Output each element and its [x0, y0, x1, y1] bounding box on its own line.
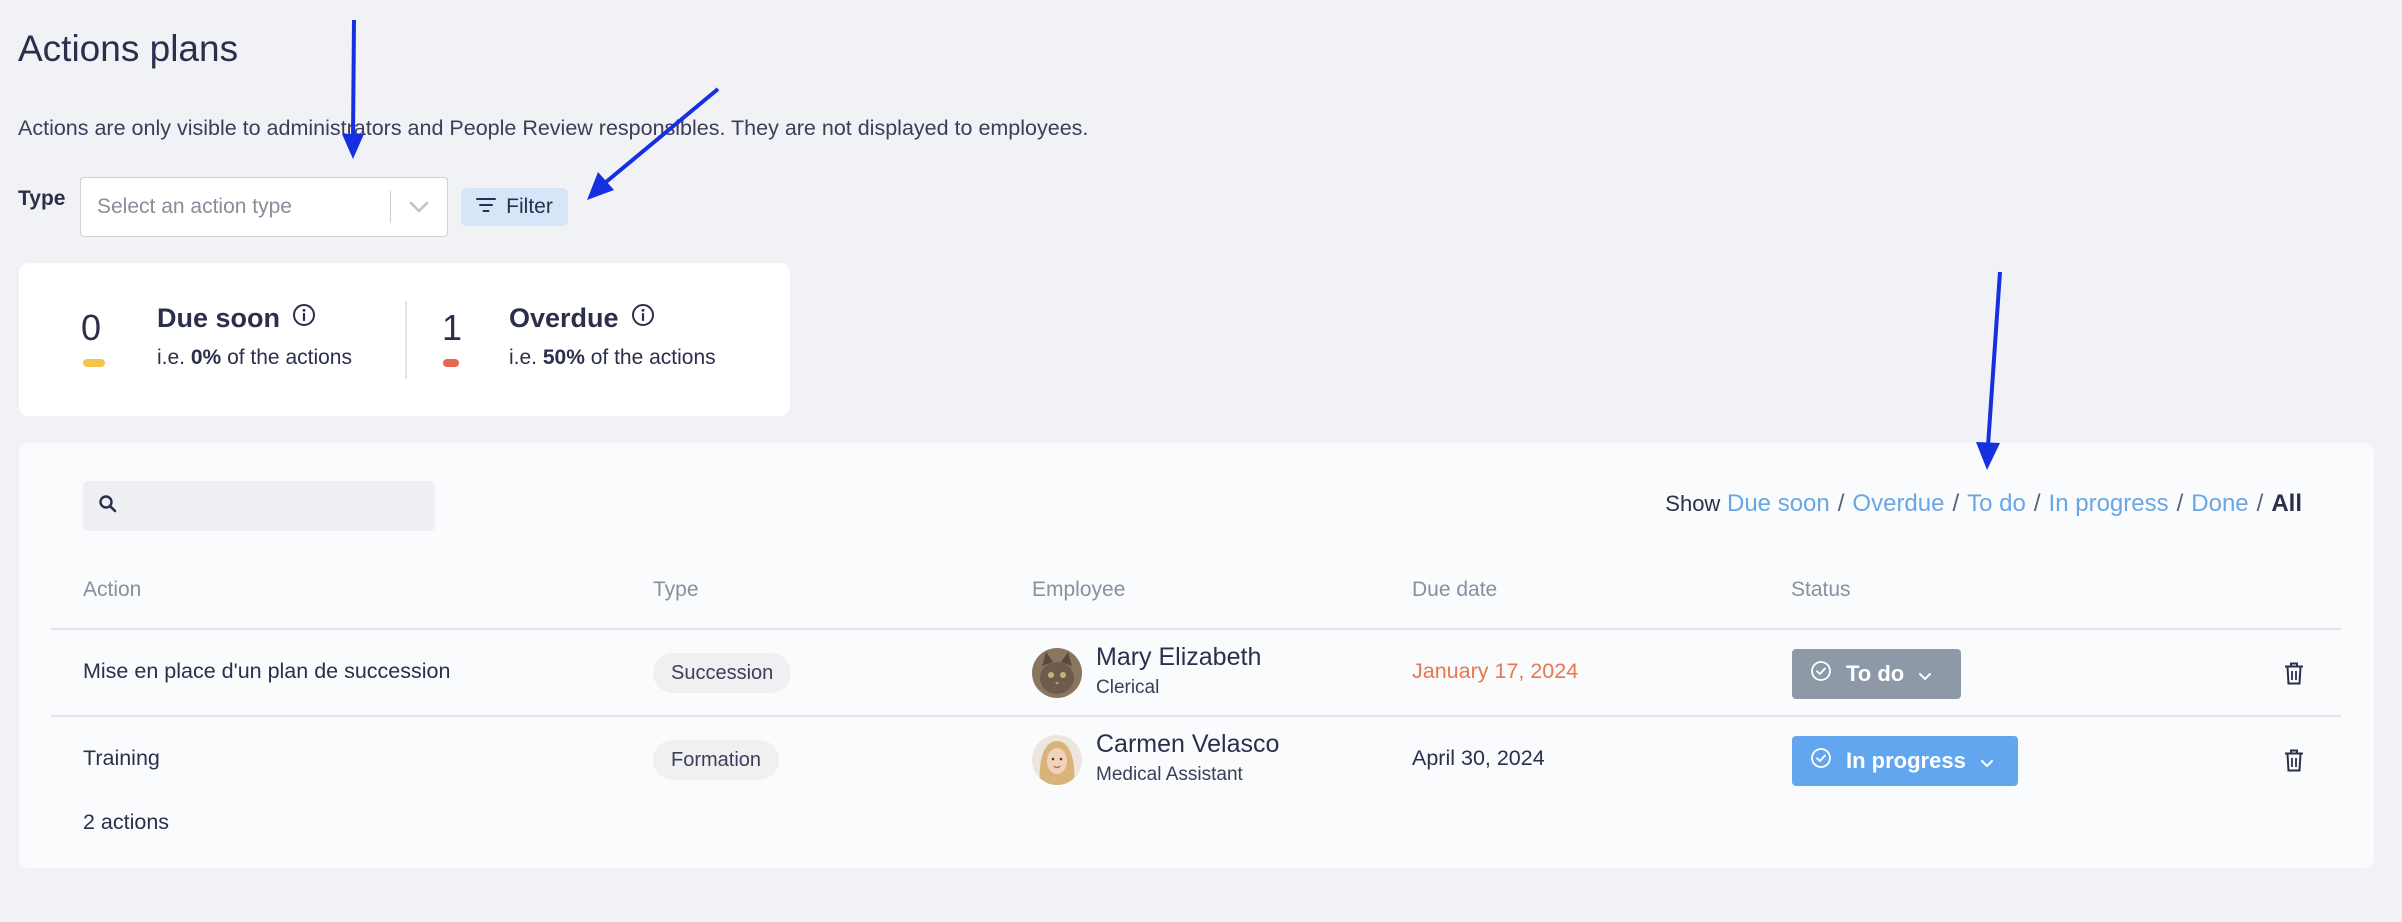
due-date: April 30, 2024 — [1412, 746, 1545, 770]
employee-role: Clerical — [1096, 677, 1160, 698]
check-circle-icon — [1810, 660, 1832, 688]
due-soon-stat: 0 Due soon i.e. 0% of the actions — [19, 263, 405, 416]
row-action: Training — [83, 746, 160, 770]
chevron-down-icon — [1918, 661, 1932, 687]
due-soon-bar — [83, 359, 105, 367]
due-soon-label-row: Due soon — [157, 303, 316, 334]
annotation-arrow-todo — [1986, 271, 2002, 447]
action-type-select[interactable]: Select an action type — [80, 177, 448, 237]
annotation-arrowhead-filter — [587, 172, 614, 200]
trash-icon[interactable] — [2284, 749, 2304, 777]
show-label: Show — [1665, 491, 1721, 516]
due-soon-label: Due soon — [157, 303, 281, 333]
actions-count: 2 actions — [83, 810, 170, 834]
due-soon-subtitle: i.e. 0% of the actions — [157, 346, 352, 369]
due-soon-percent: 0% — [190, 346, 222, 369]
employee-name: Carmen Velasco — [1096, 730, 1280, 758]
chevron-down-icon — [1980, 748, 1994, 774]
employee-name: Mary Elizabeth — [1096, 643, 1262, 671]
type-tag: Formation — [653, 740, 780, 780]
show-all-link[interactable]: All — [2271, 490, 2302, 517]
info-icon[interactable] — [631, 303, 655, 334]
overdue-percent: 50% — [542, 346, 585, 369]
type-label: Type — [18, 187, 66, 210]
header-divider — [51, 628, 2341, 630]
status-dropdown[interactable]: To do — [1792, 649, 1961, 699]
show-in-progress-link[interactable]: In progress — [2049, 490, 2169, 517]
info-icon[interactable] — [292, 303, 316, 334]
due-soon-count: 0 — [81, 307, 102, 348]
status-label: In progress — [1846, 748, 1966, 773]
employee-role: Medical Assistant — [1096, 764, 1243, 785]
show-overdue-link[interactable]: Overdue — [1852, 490, 1944, 517]
summary-card: 0 Due soon i.e. 0% of the actions 1 Over… — [19, 263, 790, 416]
visibility-notice: Actions are only visible to administrato… — [18, 116, 1089, 140]
filter-button[interactable]: Filter — [461, 188, 568, 226]
filter-label: Filter — [506, 195, 553, 218]
overdue-subtitle: i.e. 50% of the actions — [509, 346, 716, 369]
status-label: To do — [1846, 661, 1905, 686]
avatar — [1032, 735, 1082, 785]
column-header-status: Status — [1791, 578, 1851, 601]
search-icon — [98, 494, 118, 519]
row-action: Mise en place d'un plan de succession — [83, 659, 451, 683]
type-tag: Succession — [653, 653, 792, 693]
overdue-label: Overdue — [509, 303, 619, 333]
overdue-count: 1 — [442, 307, 463, 348]
filter-icon — [476, 195, 497, 219]
avatar — [1032, 648, 1082, 698]
show-done-link[interactable]: Done — [2191, 490, 2248, 517]
overdue-stat: 1 Overdue i.e. 50% of the actions — [405, 263, 790, 416]
check-circle-icon — [1810, 747, 1832, 775]
status-dropdown[interactable]: In progress — [1792, 736, 2018, 786]
search-input[interactable] — [83, 481, 435, 531]
trash-icon[interactable] — [2284, 662, 2304, 690]
column-header-employee: Employee — [1032, 578, 1126, 601]
overdue-bar — [443, 359, 459, 367]
column-header-action: Action — [83, 578, 142, 601]
row-divider — [51, 715, 2341, 717]
column-header-type: Type — [653, 578, 699, 601]
actions-table-card: Show Due soon / Overdue / To do / In progress /… — [19, 443, 2374, 868]
show-due-soon-link[interactable]: Due soon — [1727, 490, 1830, 517]
show-to-do-link[interactable]: To do — [1967, 490, 2026, 517]
show-filter-links: Show Due soon / Overdue / To do / In progress /… — [1665, 490, 2302, 517]
page-title: Actions plans — [18, 28, 239, 69]
overdue-label-row: Overdue — [509, 303, 655, 334]
column-header-due-date: Due date — [1412, 578, 1498, 601]
chevron-down-icon[interactable] — [391, 201, 447, 213]
action-type-placeholder: Select an action type — [97, 195, 292, 218]
due-date: January 17, 2024 — [1412, 659, 1579, 683]
